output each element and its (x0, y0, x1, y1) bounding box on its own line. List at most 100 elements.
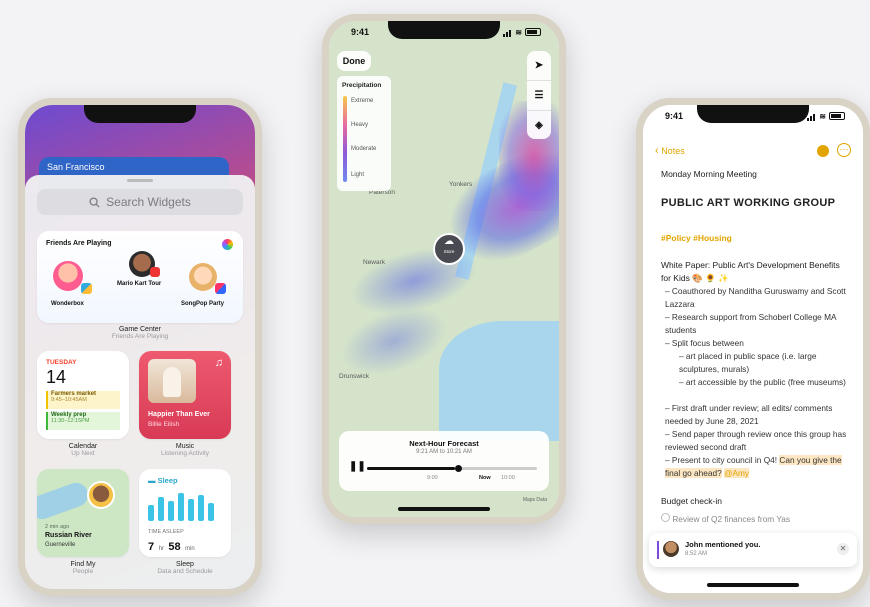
sleep-bar (178, 493, 184, 521)
layers-icon[interactable]: ◈ (527, 110, 551, 140)
game-center-widget[interactable]: Friends Are Playing Wonderbox Mario Kart… (37, 231, 243, 323)
status-time: 9:41 (351, 27, 370, 37)
bullet-3: – Split focus between (665, 338, 744, 348)
sheet-grabber[interactable] (127, 179, 153, 182)
sub-bullet-1: – art placed in public space (i.e. large… (679, 351, 817, 374)
bullet-text: First draft under review; all edits/ com… (665, 403, 833, 426)
notch (697, 105, 809, 123)
map-water (439, 321, 559, 441)
note-tags[interactable]: #Policy #Housing (661, 233, 732, 243)
sleep-bar (208, 503, 214, 521)
time-asleep-value: 7 hr 58 min (148, 537, 195, 555)
bullet-text: Research support from Schoberl College M… (665, 312, 837, 335)
music-widget[interactable]: ♫ Happier Than Ever Billie Eilish (139, 351, 231, 439)
note-editor[interactable]: 9:41 ≋ ‹ Notes ⋯ Monday Morning Meeting … (643, 105, 863, 593)
player-label-3: SongPop Party (181, 301, 225, 307)
notes-screen: 9:41 ≋ ‹ Notes ⋯ Monday Morning Meeting … (643, 105, 863, 593)
done-button[interactable]: Done (337, 51, 371, 71)
legend-level-extreme: Extreme (351, 98, 374, 104)
caption-title: Find My (70, 561, 96, 568)
checkbox-icon[interactable] (661, 513, 670, 522)
right-iphone: 9:41 ≋ ‹ Notes ⋯ Monday Morning Meeting … (636, 98, 870, 600)
findmy-caption: Find My People (37, 561, 129, 575)
weather-map-screen: Paterson Yonkers Newark Drunswick ☁ Stor… (329, 21, 559, 517)
bullet-text: art accessible by the public (free museu… (685, 377, 846, 387)
wifi-icon: ≋ (819, 111, 826, 121)
time-asleep-label: TIME ASLEEP (148, 529, 184, 535)
caption-title: Sleep (176, 561, 194, 568)
game-icon-1 (81, 283, 92, 294)
calendar-event-2[interactable]: Weekly prep 11:30–12:15PM (46, 412, 120, 430)
sleep-bars (148, 491, 222, 521)
song-title: Happier Than Ever (148, 411, 210, 418)
bullet-text: Present to city council in Q4! (671, 455, 778, 465)
notch (388, 21, 500, 39)
forecast-title: Next-Hour Forecast (409, 439, 479, 448)
search-placeholder: Search Widgets (106, 195, 191, 209)
weather-pin[interactable]: ☁ Store (433, 233, 465, 265)
calendar-date: 14 (46, 367, 67, 387)
player-avatar-3 (189, 263, 217, 291)
artist-name: Billie Eilish (148, 421, 180, 428)
cloud-icon: ☁ (444, 236, 454, 247)
pause-icon[interactable]: ❚❚ (349, 461, 366, 472)
player-label-2: Mario Kart Tour (117, 281, 162, 287)
event-time: 11:30–12:15PM (51, 418, 90, 424)
map-controls: ➤ ☰ ◈ (527, 51, 551, 139)
toast-message: John mentioned you. (685, 540, 761, 549)
maps-attribution: Maps Data (522, 497, 547, 503)
legend-title: Precipitation (342, 82, 382, 89)
sleep-widget[interactable]: ▬ Sleep TIME ASLEEP 7 hr 58 min (139, 469, 231, 557)
caption-title: Music (175, 443, 195, 450)
list-icon[interactable]: ☰ (527, 80, 551, 110)
location-arrow-icon[interactable]: ➤ (527, 51, 551, 80)
place-name: Russian River (45, 532, 92, 539)
sleep-bar (148, 505, 154, 521)
bullet-5: – Send paper through review once this gr… (665, 429, 847, 452)
find-my-widget[interactable]: 2 min ago Russian River Guerneville (37, 469, 129, 557)
close-icon[interactable]: ✕ (837, 543, 849, 555)
forecast-timeline[interactable] (367, 465, 537, 472)
time-ago: 2 min ago (45, 524, 70, 530)
mention-amy[interactable]: @Amy (724, 467, 750, 478)
home-indicator[interactable] (398, 507, 490, 511)
friend-avatar (87, 481, 115, 509)
calendar-day: TUESDAY (46, 359, 77, 366)
sleep-caption: Sleep Data and Schedule (139, 561, 231, 575)
calendar-event-1[interactable]: Farmers market 9:45–10:45AM (46, 391, 120, 409)
home-indicator[interactable] (707, 583, 799, 587)
sub-place: Guerneville (45, 542, 76, 548)
status-time: 9:41 (665, 111, 684, 121)
album-figure (163, 367, 181, 397)
more-icon[interactable]: ⋯ (837, 143, 851, 157)
caption-subtitle: Up Next (71, 450, 95, 457)
calendar-widget[interactable]: TUESDAY 14 Farmers market 9:45–10:45AM W… (37, 351, 129, 439)
map-label-drunswick: Drunswick (339, 373, 369, 380)
wifi-icon: ≋ (515, 27, 522, 37)
middle-iphone: Paterson Yonkers Newark Drunswick ☁ Stor… (322, 14, 566, 524)
caption-subtitle: Listening Activity (160, 450, 210, 457)
back-to-notes-button[interactable]: ‹ Notes (655, 145, 685, 157)
left-iphone: San Francisco Search Widgets Friends Are… (18, 98, 262, 596)
sleep-hours: 7 (148, 541, 155, 553)
search-widgets-field[interactable]: Search Widgets (37, 189, 243, 215)
caption-title: Game Center (118, 326, 162, 333)
budget-checklist-item[interactable]: Review of Q2 finances from Yas (661, 513, 851, 526)
bullet-6: – Present to city council in Q4! Can you… (665, 455, 842, 478)
collaborators-icon[interactable] (817, 145, 829, 157)
chevron-left-icon: ‹ (655, 145, 659, 157)
caption-subtitle: Data and Schedule (157, 568, 213, 575)
caption-subtitle: Friends Are Playing (111, 333, 169, 340)
note-heading: PUBLIC ART WORKING GROUP (661, 197, 836, 209)
legend-level-light: Light (351, 172, 365, 178)
next-hour-forecast-card[interactable]: Next-Hour Forecast 9:21 AM to 10:21 AM ❚… (339, 431, 549, 491)
mention-toast[interactable]: John mentioned you. 8:52 AM ✕ (649, 533, 857, 567)
bullet-text: art placed in public space (i.e. large s… (679, 351, 817, 374)
timeline-knob[interactable] (455, 465, 463, 472)
bullet-1: – Coauthored by Nanditha Guruswamy and S… (665, 286, 846, 309)
sleep-title: Sleep (157, 476, 178, 485)
legend-level-moderate: Moderate (351, 146, 377, 152)
game-center-caption: Game Center Friends Are Playing (37, 326, 243, 340)
tick-label: Now (479, 475, 491, 481)
bullet-4: – First draft under review; all edits/ c… (665, 403, 833, 426)
